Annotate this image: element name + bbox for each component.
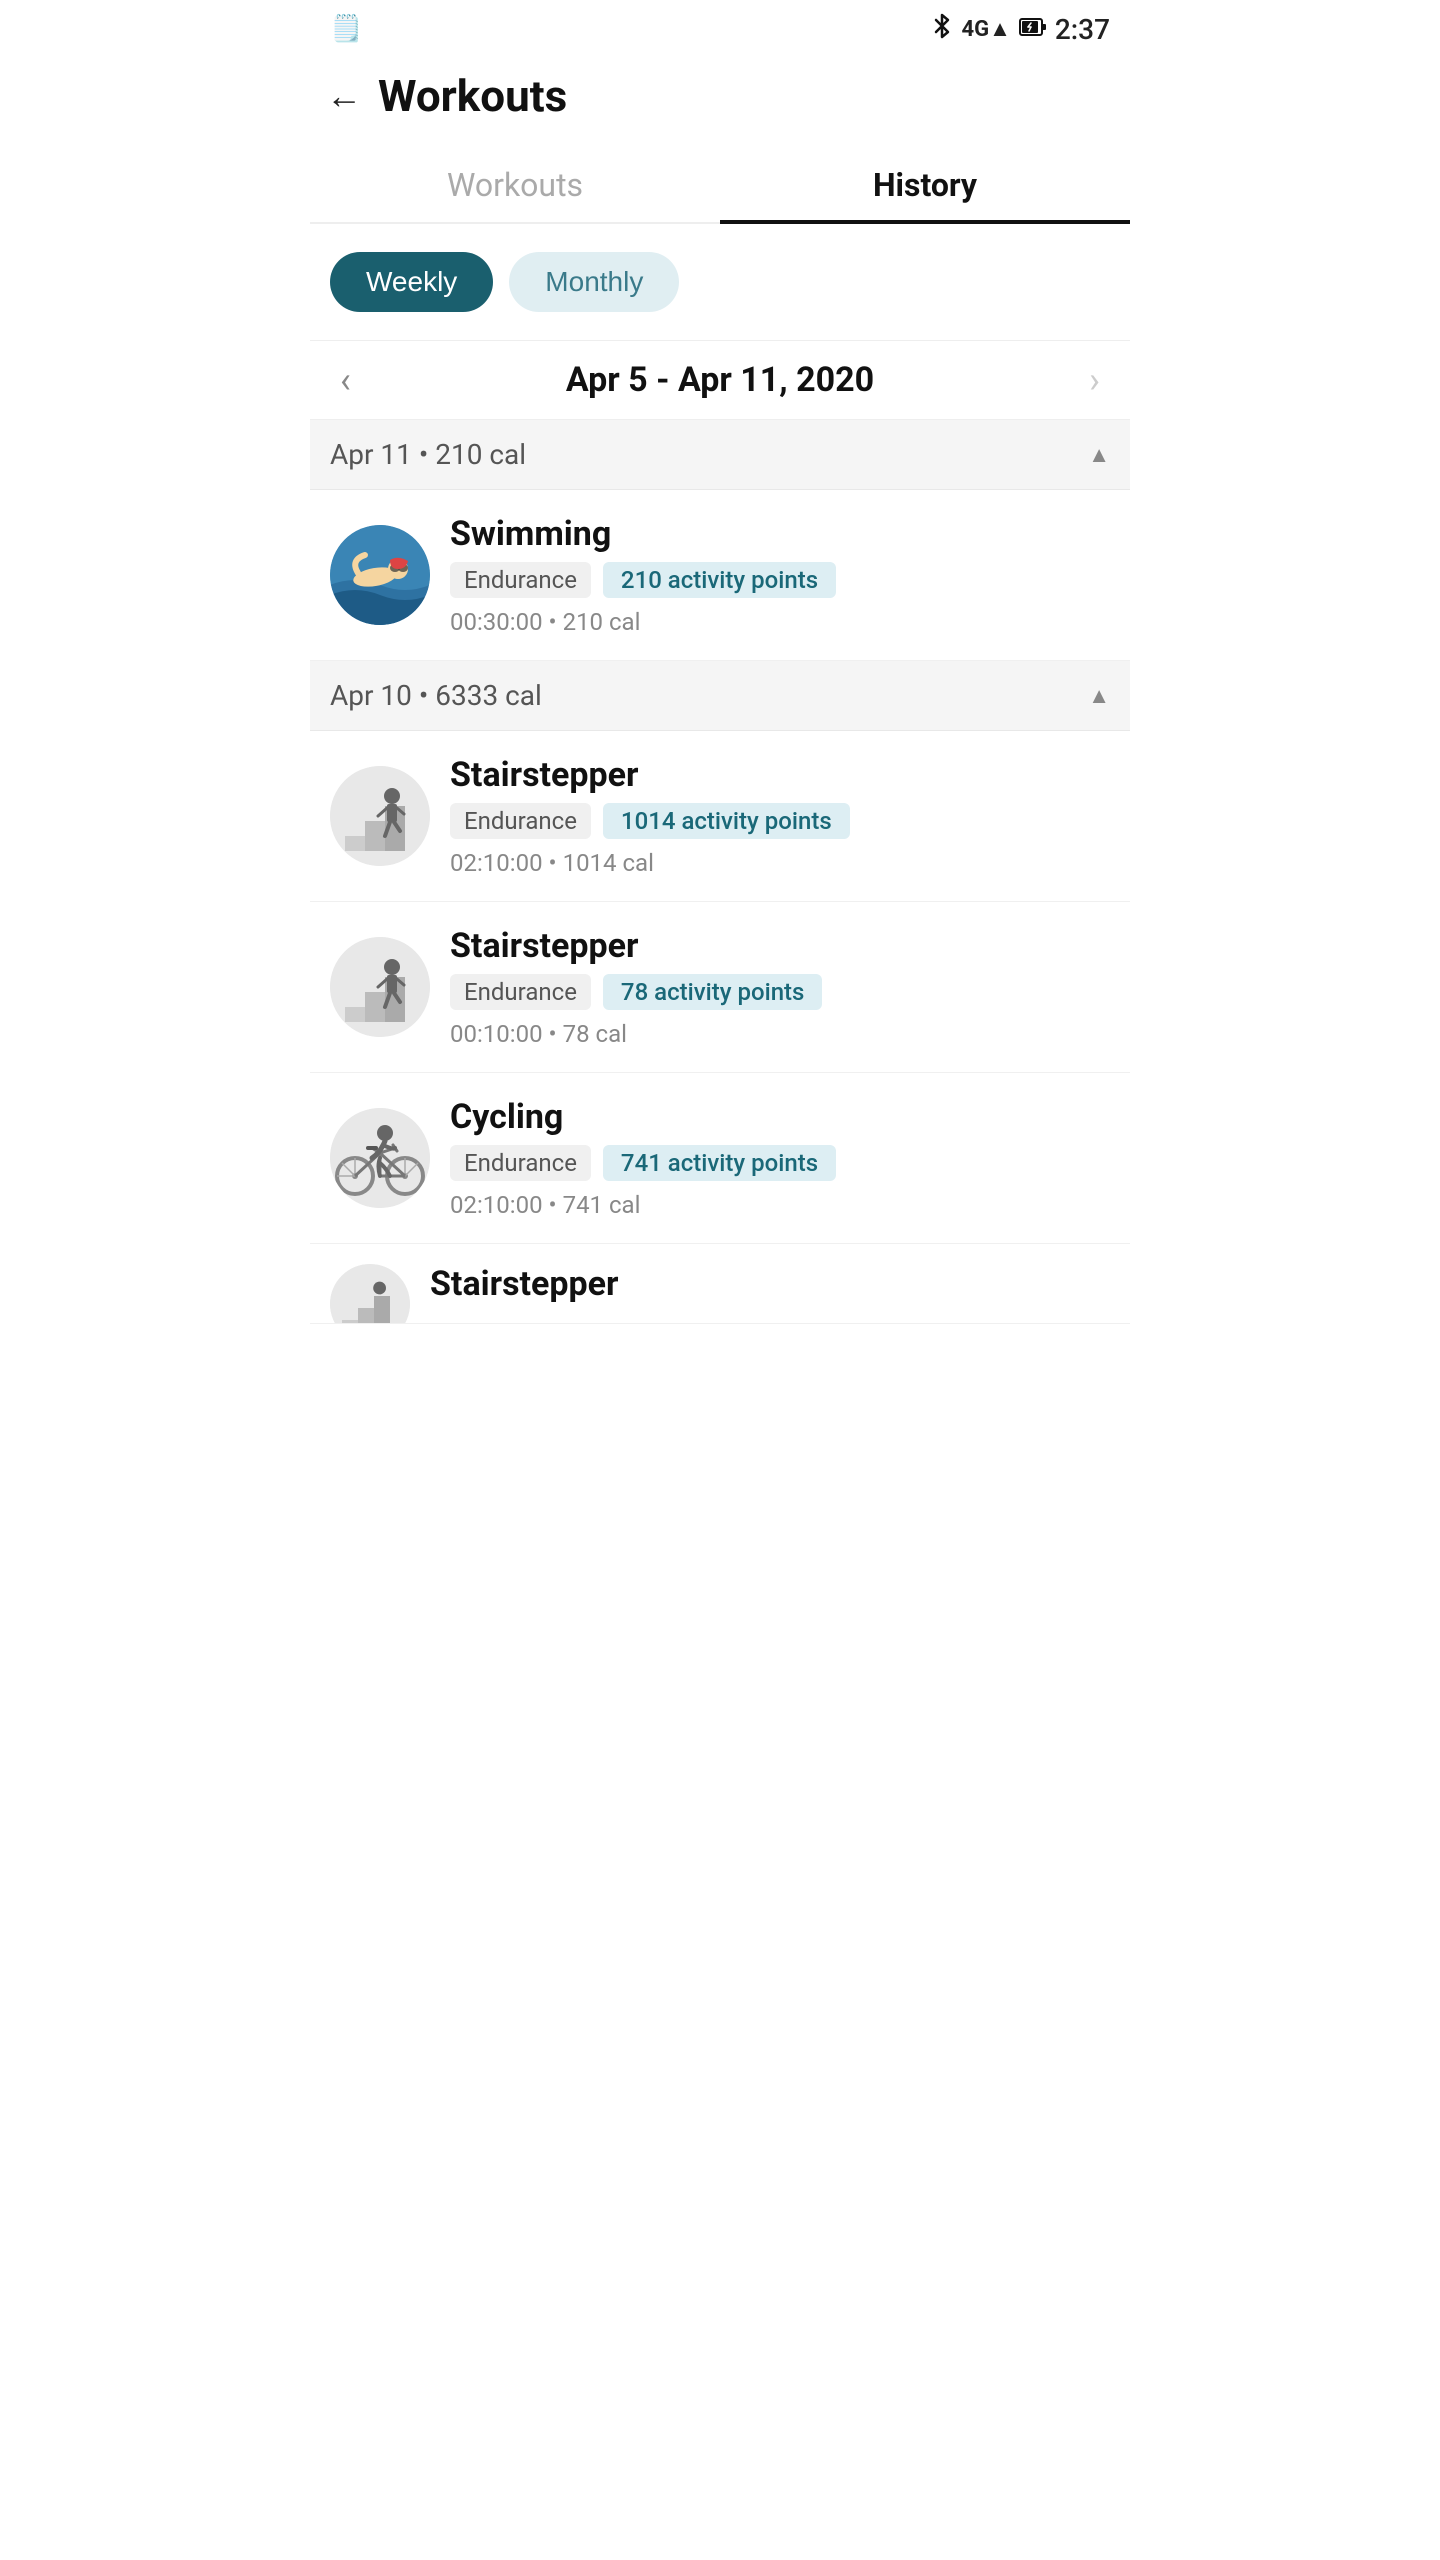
expand-icon-apr11: ▲ [1088, 442, 1110, 468]
workout-item-cycling[interactable]: Cycling Endurance 741 activity points 02… [310, 1073, 1130, 1244]
workout-name-stairstepper-3: Stairstepper [430, 1264, 1110, 1304]
tag-points-swimming: 210 activity points [603, 562, 836, 598]
header: ← Workouts [310, 54, 1130, 142]
status-time: 2:37 [1055, 13, 1110, 46]
tag-endurance-cycling: Endurance [450, 1145, 591, 1181]
tag-endurance-stairstepper-2: Endurance [450, 974, 591, 1010]
workout-tags-swimming: Endurance 210 activity points [450, 562, 1110, 598]
battery-icon [1019, 17, 1047, 42]
filter-row: Weekly Monthly [310, 224, 1130, 340]
workout-item-stairstepper-2[interactable]: Stairstepper Endurance 78 activity point… [310, 902, 1130, 1073]
workout-info-cycling: Cycling Endurance 741 activity points 02… [450, 1097, 1110, 1219]
workout-avatar-stairstepper-1 [330, 766, 430, 866]
workout-name-stairstepper-2: Stairstepper [450, 926, 1110, 966]
signal-icon: 4G▲ [961, 16, 1010, 42]
workout-name-swimming: Swimming [450, 514, 1110, 554]
workout-tags-stairstepper-1: Endurance 1014 activity points [450, 803, 1110, 839]
workout-item-stairstepper-1[interactable]: Stairstepper Endurance 1014 activity poi… [310, 731, 1130, 902]
workout-item-swimming[interactable]: Swimming Endurance 210 activity points 0… [310, 490, 1130, 661]
tag-points-stairstepper-1: 1014 activity points [603, 803, 850, 839]
workout-name-stairstepper-1: Stairstepper [450, 755, 1110, 795]
back-button[interactable]: ← [326, 78, 362, 114]
workout-meta-swimming: 00:30:00 • 210 cal [450, 608, 1110, 636]
tag-endurance-stairstepper-1: Endurance [450, 803, 591, 839]
day-group-apr11: Apr 11 • 210 cal ▲ [310, 420, 1130, 661]
day-header-apr10[interactable]: Apr 10 • 6333 cal ▲ [310, 661, 1130, 731]
workout-avatar-stairstepper-2 [330, 937, 430, 1037]
workout-avatar-stairstepper-3 [330, 1264, 410, 1324]
workout-info-stairstepper-3: Stairstepper [430, 1264, 1110, 1312]
workout-tags-cycling: Endurance 741 activity points [450, 1145, 1110, 1181]
tab-history[interactable]: History [720, 142, 1130, 222]
workout-avatar-cycling [330, 1108, 430, 1208]
workout-name-cycling: Cycling [450, 1097, 1110, 1137]
status-left: 🗒️ [330, 14, 362, 44]
workout-meta-stairstepper-1: 02:10:00 • 1014 cal [450, 849, 1110, 877]
page-title: Workouts [378, 70, 567, 122]
day-header-apr11[interactable]: Apr 11 • 210 cal ▲ [310, 420, 1130, 490]
workout-item-stairstepper-3[interactable]: Stairstepper [310, 1244, 1130, 1324]
tag-points-stairstepper-2: 78 activity points [603, 974, 822, 1010]
day-header-date-apr10: Apr 10 • 6333 cal [330, 679, 542, 712]
tag-endurance-swimming: Endurance [450, 562, 591, 598]
workout-info-swimming: Swimming Endurance 210 activity points 0… [450, 514, 1110, 636]
filter-weekly-button[interactable]: Weekly [330, 252, 493, 312]
tab-workouts[interactable]: Workouts [310, 142, 720, 222]
expand-icon-apr10: ▲ [1088, 683, 1110, 709]
day-header-date-apr11: Apr 11 • 210 cal [330, 438, 526, 471]
day-group-apr10: Apr 10 • 6333 cal ▲ [310, 661, 1130, 1324]
workout-avatar-swimming [330, 525, 430, 625]
next-date-button[interactable]: › [1079, 359, 1110, 401]
tabs-container: Workouts History [310, 142, 1130, 224]
workout-meta-cycling: 02:10:00 • 741 cal [450, 1191, 1110, 1219]
status-right: 4G▲ 2:37 [931, 12, 1110, 46]
bluetooth-icon [931, 12, 953, 46]
app-icon: 🗒️ [330, 14, 362, 44]
filter-monthly-button[interactable]: Monthly [509, 252, 679, 312]
prev-date-button[interactable]: ‹ [330, 359, 361, 401]
workout-info-stairstepper-1: Stairstepper Endurance 1014 activity poi… [450, 755, 1110, 877]
date-nav: ‹ Apr 5 - Apr 11, 2020 › [310, 340, 1130, 420]
date-range-label: Apr 5 - Apr 11, 2020 [566, 360, 874, 400]
workout-info-stairstepper-2: Stairstepper Endurance 78 activity point… [450, 926, 1110, 1048]
status-bar: 🗒️ 4G▲ 2:37 [310, 0, 1130, 54]
tag-points-cycling: 741 activity points [603, 1145, 836, 1181]
workout-tags-stairstepper-2: Endurance 78 activity points [450, 974, 1110, 1010]
workout-meta-stairstepper-2: 00:10:00 • 78 cal [450, 1020, 1110, 1048]
